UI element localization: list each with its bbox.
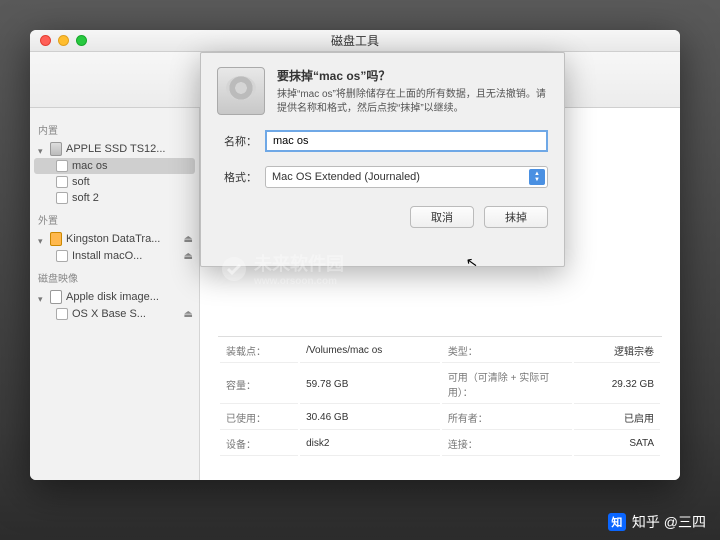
info-value: 30.46 GB	[300, 406, 440, 430]
sidebar-item-label: soft 2	[72, 192, 99, 204]
info-key: 装载点：	[220, 339, 298, 363]
sidebar-item-label: soft	[72, 176, 90, 188]
name-input[interactable]	[265, 130, 548, 152]
format-label: 格式：	[217, 169, 257, 185]
sidebar-item[interactable]: Kingston DataTra... ⏏	[34, 230, 195, 248]
sidebar-item[interactable]: OS X Base S... ⏏	[34, 306, 195, 322]
sidebar-section-header: 磁盘映像	[38, 270, 191, 285]
sidebar-item-label: APPLE SSD TS12...	[66, 143, 165, 155]
info-value: SATA	[574, 432, 660, 456]
info-value: 逻辑宗卷	[574, 339, 660, 363]
info-value: /Volumes/mac os	[300, 339, 440, 363]
info-key: 已使用：	[220, 406, 298, 430]
sidebar-item-label: Install macO...	[72, 250, 142, 262]
sidebar-section-header: 外置	[38, 212, 191, 227]
sidebar-item-label: mac os	[72, 160, 107, 172]
vol-icon	[56, 176, 68, 188]
sidebar-item-label: Apple disk image...	[66, 291, 159, 303]
sidebar-item[interactable]: soft 2	[34, 190, 195, 206]
eject-icon[interactable]: ⏏	[184, 309, 193, 320]
window-title: 磁盘工具	[30, 32, 680, 49]
format-select[interactable]: Mac OS Extended (Journaled) ▲▼	[265, 166, 548, 188]
chevron-updown-icon: ▲▼	[529, 169, 545, 185]
eject-icon[interactable]: ⏏	[184, 234, 193, 245]
disclosure-icon[interactable]	[38, 235, 46, 243]
dialog-body: 抹掉“mac os”将删除储存在上面的所有数据，且无法撤销。请提供名称和格式，然…	[277, 88, 548, 116]
info-value: 已启用	[574, 406, 660, 430]
ext-icon	[50, 232, 62, 246]
sidebar-item[interactable]: soft	[34, 174, 195, 190]
disclosure-icon[interactable]	[38, 293, 46, 301]
sidebar-item-label: Kingston DataTra...	[66, 233, 160, 245]
titlebar: 磁盘工具	[30, 30, 680, 52]
credit: 知 知乎 @三四	[608, 512, 706, 532]
dialog-title: 要抹掉“mac os”吗？	[277, 67, 548, 84]
info-value: 59.78 GB	[300, 365, 440, 404]
vol-icon	[56, 250, 68, 262]
vol-icon	[56, 192, 68, 204]
sidebar: 内置 APPLE SSD TS12... mac os soft soft 2 外置 Kin…	[30, 108, 200, 480]
sidebar-item[interactable]: Apple disk image...	[34, 288, 195, 306]
eject-icon[interactable]: ⏏	[184, 251, 193, 262]
cancel-button[interactable]: 取消	[410, 206, 474, 228]
disclosure-icon[interactable]	[38, 145, 46, 153]
sidebar-item[interactable]: mac os	[34, 158, 195, 174]
info-key: 设备：	[220, 432, 298, 456]
info-value: disk2	[300, 432, 440, 456]
vol-icon	[56, 308, 68, 320]
info-table: 装载点：/Volumes/mac os类型：逻辑宗卷容量：59.78 GB可用（…	[218, 336, 662, 458]
info-key: 可用（可清除 + 实际可用）：	[442, 365, 572, 404]
sidebar-item[interactable]: Install macO... ⏏	[34, 248, 195, 264]
sidebar-item-label: OS X Base S...	[72, 308, 146, 320]
info-key: 连接：	[442, 432, 572, 456]
erase-dialog: 要抹掉“mac os”吗？ 抹掉“mac os”将删除储存在上面的所有数据，且无…	[200, 52, 565, 267]
info-key: 容量：	[220, 365, 298, 404]
sidebar-item[interactable]: APPLE SSD TS12...	[34, 140, 195, 158]
zhihu-icon: 知	[608, 513, 626, 531]
sidebar-section-header: 内置	[38, 122, 191, 137]
info-key: 类型：	[442, 339, 572, 363]
erase-button[interactable]: 抹掉	[484, 206, 548, 228]
img-icon	[50, 290, 62, 304]
info-value: 29.32 GB	[574, 365, 660, 404]
hdd-icon	[50, 142, 62, 156]
vol-icon	[56, 160, 68, 172]
name-label: 名称：	[217, 133, 257, 149]
hdd-icon	[217, 67, 265, 115]
info-key: 所有者：	[442, 406, 572, 430]
